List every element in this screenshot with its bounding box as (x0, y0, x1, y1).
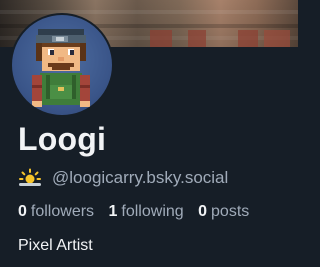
posts-label: posts (211, 203, 250, 220)
handle[interactable]: @loogicarry.bsky.social (52, 168, 228, 188)
following-label: following (121, 203, 184, 220)
profile-stats: 0 followers 1 following 0 posts (18, 203, 259, 221)
handle-row: @loogicarry.bsky.social (18, 168, 228, 188)
posts-stat: 0 posts (198, 203, 249, 220)
posts-count: 0 (198, 203, 208, 220)
avatar[interactable] (10, 13, 114, 117)
followers-label: followers (30, 203, 95, 220)
following-count: 1 (108, 203, 118, 220)
sun-behind-cloud-icon (18, 168, 42, 188)
profile-bio: Pixel Artist (18, 237, 93, 254)
display-name: Loogi (18, 121, 107, 157)
following-link[interactable]: 1 following (109, 203, 184, 220)
followers-count: 0 (18, 203, 27, 220)
followers-link[interactable]: 0 followers (18, 203, 94, 220)
avatar-image (12, 15, 112, 115)
